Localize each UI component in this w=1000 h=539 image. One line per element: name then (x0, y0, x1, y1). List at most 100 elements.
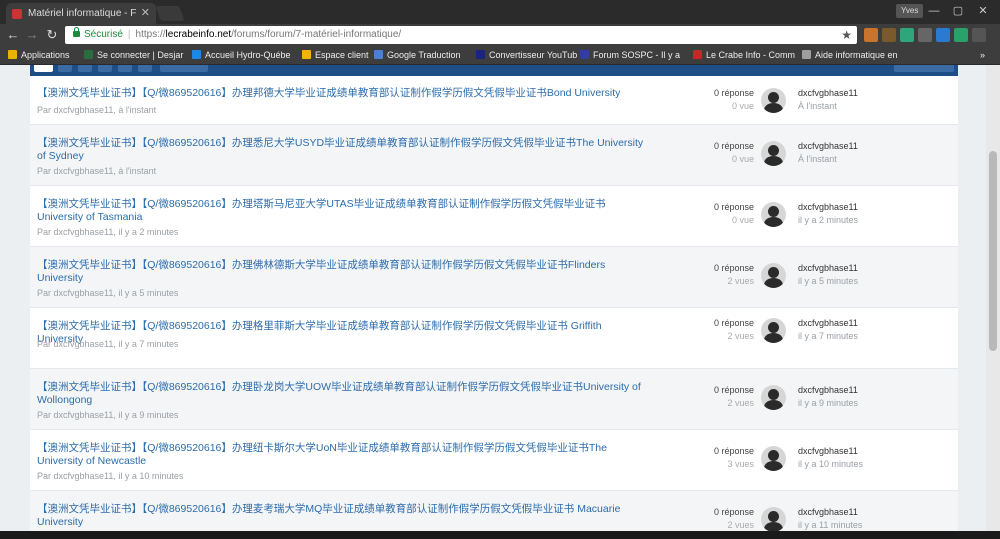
view-count: 0 vue (731, 154, 754, 164)
forward-button[interactable]: → (23, 27, 41, 43)
os-taskbar (0, 531, 1000, 539)
new-tab-button[interactable] (155, 6, 185, 21)
page-button[interactable] (34, 65, 53, 72)
reply-count: 0 réponse (713, 318, 754, 328)
profile-button[interactable]: Yves (896, 4, 924, 18)
browser-tab[interactable]: Matériel informatique - F ✕ (6, 3, 156, 24)
minimize-button[interactable]: — (922, 2, 946, 20)
topic-title-link[interactable]: 【澳洲文凭毕业证书】【Q/微869520616】办理悉尼大学USYD毕业证成绩单… (37, 137, 647, 163)
user-avatar-icon[interactable] (761, 446, 786, 471)
topic-author: Par dxcfvgbhase11, à l'instant (37, 166, 157, 176)
topic-title-link[interactable]: 【澳洲文凭毕业证书】【Q/微869520616】办理佛林德斯大学毕业证成绩单教育… (37, 259, 647, 285)
extension-icon-1[interactable] (864, 28, 878, 42)
extension-icon-2[interactable] (882, 28, 896, 42)
extension-icon-7[interactable] (972, 28, 986, 42)
view-count: 2 vues (727, 398, 754, 408)
last-post-user[interactable]: dxcfvgbhase11 (798, 140, 858, 153)
reply-count: 0 réponse (713, 385, 754, 395)
address-bar[interactable]: Sécurisé | https://lecrabeinfo.net/forums/… (65, 26, 857, 44)
topic-title-link[interactable]: 【澳洲文凭毕业证书】【Q/微869520616】办理麦考瑞大学MQ毕业证成绩单教… (37, 503, 647, 529)
reply-count: 0 réponse (713, 263, 754, 273)
topic-stats: 0 réponse 3 vues (690, 445, 754, 471)
bookmark-favicon-icon (802, 50, 811, 59)
url-host: lecrabeinfo.net (165, 29, 232, 40)
user-avatar-icon[interactable] (761, 385, 786, 410)
bookmark-label: Le Crabe Info - Comm (706, 50, 796, 60)
topic-stats: 0 réponse 0 vue (690, 87, 754, 113)
site-favicon-icon (12, 9, 22, 19)
last-post-user[interactable]: dxcfvgbhase11 (798, 262, 858, 275)
extension-icon-5[interactable] (936, 28, 950, 42)
extension-icon-3[interactable] (900, 28, 914, 42)
bookmark-label: Google Traduction (387, 50, 461, 60)
last-post-user[interactable]: dxcfvgbhase11 (798, 201, 858, 214)
page-button[interactable] (160, 65, 208, 72)
topic-title-link[interactable]: 【澳洲文凭毕业证书】【Q/微869520616】办理塔斯马尼亚大学UTAS毕业证… (37, 198, 647, 224)
secure-label: Sécurisé (84, 29, 123, 40)
extension-icon-4[interactable] (918, 28, 932, 42)
page-scrollbar[interactable] (986, 65, 1000, 539)
bookmark-item[interactable]: Espace client (302, 46, 369, 64)
topic-row: 【澳洲文凭毕业证书】【Q/微869520616】办理卧龙岗大学UOW毕业证成绩单… (30, 369, 958, 430)
bookmark-favicon-icon (302, 50, 311, 59)
last-post-user[interactable]: dxcfvgbhase11 (798, 506, 862, 519)
browser-toolbar: ← → ↻ Sécurisé | https://lecrabeinfo.net/f… (0, 24, 1000, 46)
topic-stats: 0 réponse 2 vues (690, 384, 754, 410)
page-button[interactable] (138, 65, 152, 72)
filter-button[interactable] (894, 65, 954, 72)
maximize-button[interactable]: ▢ (946, 2, 970, 20)
close-window-button[interactable]: ✕ (971, 2, 995, 20)
back-button[interactable]: ← (4, 27, 22, 43)
last-post-user[interactable]: dxcfvgbhase11 (798, 445, 863, 458)
page-button[interactable] (58, 65, 72, 72)
topic-list: 【澳洲文凭毕业证书】【Q/微869520616】办理邦德大学毕业证成绩单教育部认… (30, 76, 958, 539)
bookmark-favicon-icon (192, 50, 201, 59)
last-post: dxcfvgbhase11 il y a 11 minutes (798, 506, 862, 532)
extension-icon-6[interactable] (954, 28, 968, 42)
topic-author: Par dxcfvgbhase11, à l'instant (37, 105, 157, 115)
bookmark-item[interactable]: Le Crabe Info - Comm (693, 46, 795, 64)
user-avatar-icon[interactable] (761, 507, 786, 532)
bookmark-item[interactable]: Aide informatique en (802, 46, 898, 64)
last-post: dxcfvgbhase11 il y a 9 minutes (798, 384, 858, 410)
reply-count: 0 réponse (713, 141, 754, 151)
topic-stats: 0 réponse 0 vue (690, 201, 754, 227)
page-button[interactable] (118, 65, 132, 72)
scrollbar-thumb[interactable] (989, 151, 997, 351)
last-post-user[interactable]: dxcfvgbhase11 (798, 384, 858, 397)
page-button[interactable] (78, 65, 92, 72)
bookmark-item[interactable]: Se connecter | Desjar (84, 46, 183, 64)
last-post-user[interactable]: dxcfvgbhase11 (798, 87, 858, 100)
bookmark-item[interactable]: Google Traduction (374, 46, 461, 64)
topic-title-link[interactable]: 【澳洲文凭毕业证书】【Q/微869520616】办理卧龙岗大学UOW毕业证成绩单… (37, 381, 647, 407)
bookmarks-overflow-button[interactable]: » (980, 46, 985, 64)
last-post: dxcfvgbhase11 À l'instant (798, 87, 858, 113)
bookmark-item[interactable]: Applications (8, 46, 70, 64)
topic-title-link[interactable]: 【澳洲文凭毕业证书】【Q/微869520616】办理邦德大学毕业证成绩单教育部认… (37, 87, 647, 100)
reload-button[interactable]: ↻ (43, 27, 61, 43)
page-button[interactable] (98, 65, 112, 72)
topic-row: 【澳洲文凭毕业证书】【Q/微869520616】办理纽卡斯尔大学UoN毕业证成绩… (30, 430, 958, 491)
user-avatar-icon[interactable] (761, 263, 786, 288)
bookmark-item[interactable]: Convertisseur YouTub (476, 46, 577, 64)
last-post: dxcfvgbhase11 il y a 7 minutes (798, 317, 858, 343)
bookmark-star-icon[interactable]: ★ (841, 26, 852, 44)
bookmark-item[interactable]: Forum SOSPC - Il y a (580, 46, 680, 64)
last-post-user[interactable]: dxcfvgbhase11 (798, 317, 858, 330)
topic-title-link[interactable]: 【澳洲文凭毕业证书】【Q/微869520616】办理纽卡斯尔大学UoN毕业证成绩… (37, 442, 647, 468)
last-post-time: il y a 2 minutes (798, 215, 859, 225)
tab-strip: Matériel informatique - F ✕ Yves — ▢ ✕ (0, 0, 1000, 24)
bookmark-favicon-icon (693, 50, 702, 59)
last-post: dxcfvgbhase11 il y a 10 minutes (798, 445, 863, 471)
user-avatar-icon[interactable] (761, 202, 786, 227)
user-avatar-icon[interactable] (761, 88, 786, 113)
tab-close-icon[interactable]: ✕ (141, 3, 150, 24)
url-scheme: https:// (135, 29, 166, 40)
reply-count: 0 réponse (713, 88, 754, 98)
topic-stats: 0 réponse 2 vues (690, 262, 754, 288)
user-avatar-icon[interactable] (761, 318, 786, 343)
topic-stats: 0 réponse 2 vues (690, 506, 754, 532)
topic-row: 【澳洲文凭毕业证书】【Q/微869520616】办理邦德大学毕业证成绩单教育部认… (30, 76, 958, 125)
bookmark-item[interactable]: Accueil Hydro-Québe (192, 46, 291, 64)
user-avatar-icon[interactable] (761, 141, 786, 166)
